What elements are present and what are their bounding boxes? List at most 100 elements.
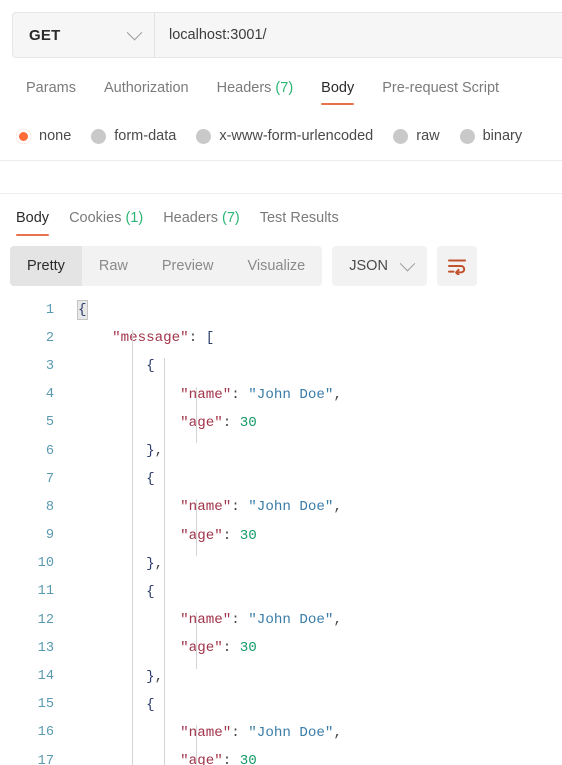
code-line-number: 10 [37,556,54,572]
response-view-preview[interactable]: Preview [145,246,231,286]
response-tab-test-results[interactable]: Test Results [250,199,349,237]
radio-dot-icon [393,128,409,144]
code-line: 10 }, [0,550,562,584]
code-token: : [222,414,240,431]
code-line: 5 "age": 30 [0,409,562,444]
code-line-number: 7 [45,471,54,487]
response-view-raw[interactable]: Raw [82,246,145,286]
indent-guide [164,753,165,765]
code-line-content: }, [54,668,562,697]
code-line-number: 5 [45,415,54,431]
code-token: : [231,499,249,516]
code-line: 14 }, [0,662,562,697]
code-token: { [146,583,155,600]
body-type-radio-label: binary [482,128,523,144]
code-token: "name" [180,386,232,403]
body-type-radio-x-www-form-urlencoded[interactable]: x-www-form-urlencoded [196,128,373,144]
request-tab-authorization[interactable]: Authorization [90,68,203,108]
code-line-content: "age": 30 [54,753,562,765]
request-url-bar: GET localhost:3001/ [12,12,562,58]
code-line-content: { [54,358,562,387]
request-url-input[interactable]: localhost:3001/ [155,13,562,57]
response-view-pretty[interactable]: Pretty [10,246,82,286]
code-line: 3 { [0,352,562,387]
response-view-visualize[interactable]: Visualize [230,246,322,286]
code-line-content: "name": "John Doe", [54,499,562,528]
code-token: 30 [239,640,257,657]
code-line: 17 "age": 30 [0,747,562,765]
code-line-number: 9 [45,528,54,544]
code-token: : [188,330,206,347]
body-type-radio-label: raw [416,128,440,144]
code-token: : [222,527,240,544]
word-wrap-icon [447,259,466,275]
code-token: , [333,386,342,403]
code-token: "John Doe" [248,612,334,629]
code-line: 12 "name": "John Doe", [0,606,562,641]
code-line-content: }, [54,443,562,472]
response-tab-body[interactable]: Body [6,199,59,237]
code-line-number: 6 [45,443,54,459]
response-tab-headers[interactable]: Headers (7) [153,199,250,237]
http-method-select[interactable]: GET [13,13,155,57]
code-line: 13 "age": 30 [0,634,562,669]
code-token: , [333,612,342,629]
request-tab-label: Body [321,80,355,96]
code-token: "age" [180,414,223,431]
response-language-select[interactable]: JSON [332,246,427,286]
response-tab-cookies[interactable]: Cookies (1) [59,199,153,237]
response-language-label: JSON [349,258,388,274]
code-line-content: { [54,696,562,725]
indent-guide [196,753,197,765]
body-type-radio-raw[interactable]: raw [393,128,440,144]
code-line-content: "name": "John Doe", [54,724,562,754]
code-line-number: 11 [37,584,54,600]
code-token: , [333,724,342,741]
code-line: 6 }, [0,437,562,472]
code-line-number: 1 [45,302,54,318]
code-line: 11 { [0,578,562,613]
request-tab-pre-request-script[interactable]: Pre-request Script [368,68,513,108]
request-tab-count: (7) [275,80,294,96]
code-line-content: "age": 30 [54,527,562,556]
code-token: : [222,753,240,765]
request-tab-params[interactable]: Params [12,68,90,108]
code-token: : [222,640,240,657]
code-line-content: "name": "John Doe", [54,612,562,641]
code-token: , [333,499,342,516]
code-line: 1{ [0,296,562,324]
code-line: 4 "name": "John Doe", [0,381,562,415]
divider-below-response-top [0,193,562,194]
code-token: } [146,668,155,685]
response-tab-label: Headers [163,210,218,226]
code-token: } [146,555,155,572]
http-method-label: GET [29,26,61,44]
request-tab-headers[interactable]: Headers (7) [203,68,308,108]
response-format-bar: Pretty Raw Preview Visualize JSON [10,246,477,286]
code-token: "name" [180,612,232,629]
response-body-code-viewer[interactable]: 1{2 "message": [3 {4 "name": "John Doe",… [0,296,562,765]
request-tab-body[interactable]: Body [307,68,368,108]
body-type-radio-binary[interactable]: binary [459,128,523,144]
radio-dot-icon [459,128,475,144]
code-line-content: "age": 30 [54,640,562,669]
request-tab-label: Authorization [103,80,189,96]
body-type-radio-form-data[interactable]: form-data [91,128,176,144]
request-url-value: localhost:3001/ [169,27,267,43]
code-line: 7 { [0,465,562,500]
request-tabs: Params Authorization Headers (7) Body Pre-req… [0,68,562,108]
response-tab-label: Cookies [69,210,122,226]
code-token: "age" [180,527,223,544]
body-type-radio-none[interactable]: none [16,128,71,144]
radio-dot-icon [196,128,212,144]
code-line-content: "age": 30 [54,414,562,444]
code-token: { [146,358,155,375]
code-token: , [154,443,164,460]
word-wrap-button[interactable] [436,246,477,286]
code-line-content: { [54,471,562,500]
